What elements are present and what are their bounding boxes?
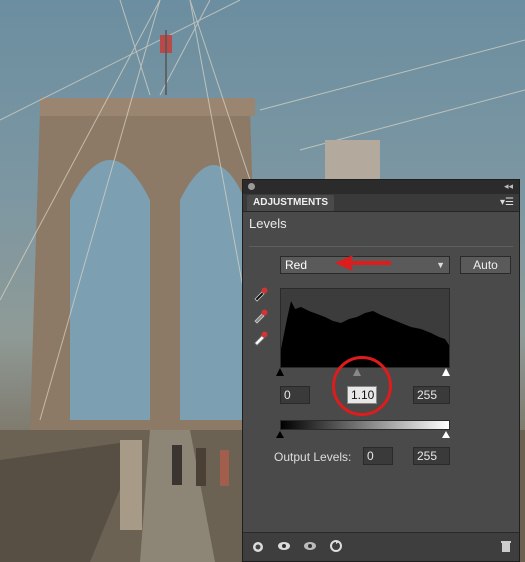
close-icon[interactable] (248, 183, 255, 190)
panel-heading: Levels (249, 216, 287, 231)
input-black-field[interactable]: 0 (280, 386, 310, 404)
input-white-field[interactable]: 255 (413, 386, 450, 404)
tab-adjustments[interactable]: ADJUSTMENTS (247, 195, 335, 211)
trash-icon[interactable] (499, 539, 513, 553)
view-previous-icon[interactable] (277, 539, 291, 553)
output-levels-label: Output Levels: (274, 450, 352, 464)
adjustments-panel: ◂◂ ADJUSTMENTS ▾☰ Levels Red ▼ Auto 0 1.… (242, 179, 520, 562)
white-eyedropper-icon[interactable] (252, 330, 268, 346)
collapse-icon[interactable]: ◂◂ (504, 181, 513, 192)
chevron-down-icon: ▼ (436, 260, 445, 270)
output-gradient-bar (280, 420, 450, 430)
output-white-handle[interactable] (442, 431, 450, 438)
eyedropper-group (252, 286, 268, 352)
clip-icon[interactable] (251, 539, 265, 553)
output-black-handle[interactable] (276, 431, 284, 438)
white-point-handle[interactable] (442, 368, 450, 376)
red-arrow-annotation (335, 255, 391, 271)
panel-menu-icon[interactable]: ▾☰ (500, 197, 514, 208)
channel-select-value: Red (285, 258, 308, 272)
black-eyedropper-icon[interactable] (252, 286, 268, 302)
black-point-handle[interactable] (276, 368, 284, 376)
gray-eyedropper-icon[interactable] (252, 308, 268, 324)
visibility-eye-icon[interactable] (303, 539, 317, 553)
output-black-field[interactable]: 0 (363, 447, 393, 465)
reset-icon[interactable] (329, 539, 343, 553)
divider (249, 246, 513, 247)
red-circle-annotation (332, 356, 392, 416)
panel-titlebar[interactable]: ◂◂ (243, 180, 519, 194)
auto-button[interactable]: Auto (460, 256, 511, 274)
panel-tab-row: ADJUSTMENTS ▾☰ (243, 194, 519, 212)
panel-bottom-bar (243, 532, 519, 561)
output-white-field[interactable]: 255 (413, 447, 450, 465)
